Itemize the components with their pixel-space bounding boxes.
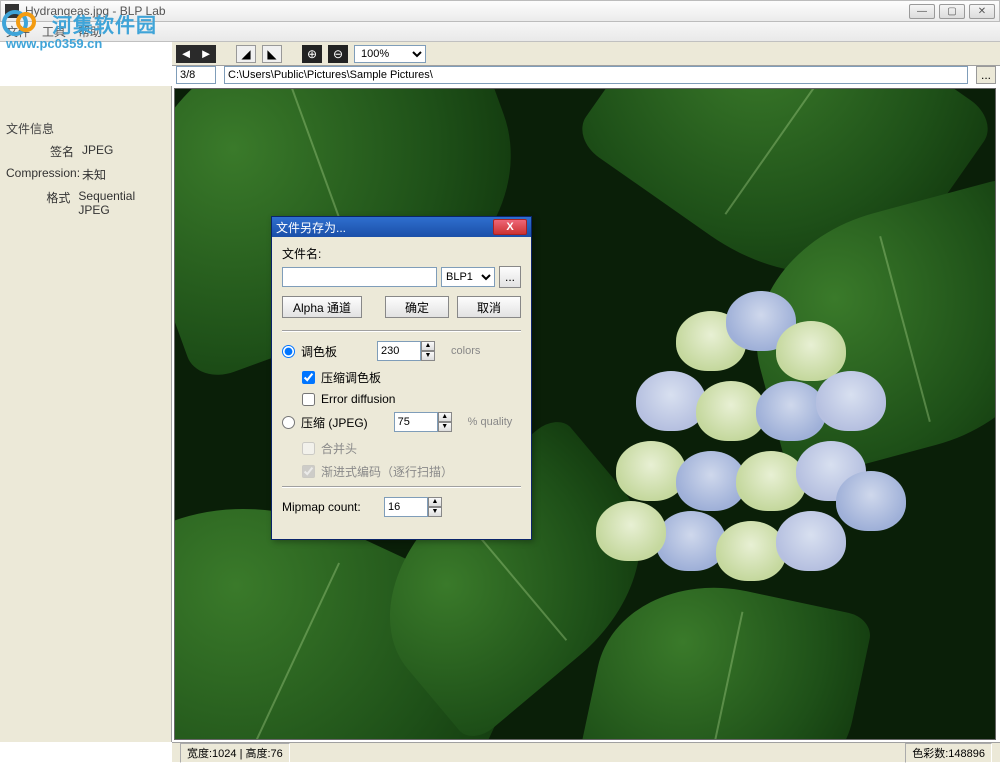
status-dimensions: 宽度:1024 | 高度:76 xyxy=(180,743,290,763)
info-row: Compression: 未知 xyxy=(6,166,165,183)
spin-down-icon[interactable]: ▼ xyxy=(438,422,452,432)
dialog-close-button[interactable]: X xyxy=(493,219,527,235)
palette-count-input[interactable] xyxy=(377,341,421,361)
flip-h-icon[interactable]: ◢ xyxy=(236,45,256,63)
error-diffusion-label: Error diffusion xyxy=(321,392,395,406)
quality-suffix: % quality xyxy=(468,416,513,428)
format-select[interactable]: BLP1 xyxy=(441,267,495,287)
status-bar: 宽度:1024 | 高度:76 色彩数:148896 xyxy=(172,742,1000,762)
menu-bar: 文件 工具 帮助 xyxy=(0,22,1000,42)
minimize-button[interactable]: — xyxy=(909,4,935,19)
merge-header-label: 合并头 xyxy=(321,440,357,457)
compress-palette-checkbox[interactable] xyxy=(302,371,315,384)
info-value: 未知 xyxy=(82,166,106,183)
compress-palette-label: 压缩调色板 xyxy=(321,369,381,386)
menu-tools[interactable]: 工具 xyxy=(42,23,66,40)
colors-suffix: colors xyxy=(451,345,480,357)
spin-down-icon[interactable]: ▼ xyxy=(428,507,442,517)
ok-button[interactable]: 确定 xyxy=(385,296,449,318)
cancel-button[interactable]: 取消 xyxy=(457,296,521,318)
palette-label: 调色板 xyxy=(301,343,337,360)
flip-v-icon[interactable]: ◣ xyxy=(262,45,282,63)
app-icon xyxy=(5,4,19,18)
next-button[interactable]: ► xyxy=(196,45,216,63)
progressive-checkbox xyxy=(302,465,315,478)
browse-file-button[interactable]: ... xyxy=(499,266,521,288)
prev-button[interactable]: ◄ xyxy=(176,45,196,63)
alpha-channel-button[interactable]: Alpha 通道 xyxy=(282,296,362,318)
spin-up-icon[interactable]: ▲ xyxy=(428,497,442,507)
window-title: Hydrangeas.jpg - BLP Lab xyxy=(25,4,909,18)
image-counter: 3/8 xyxy=(176,66,216,84)
info-label: Compression: xyxy=(6,166,82,183)
mipmap-label: Mipmap count: xyxy=(282,500,378,514)
progressive-label: 渐进式编码（逐行扫描） xyxy=(321,463,453,480)
info-row: 签名 JPEG xyxy=(6,143,165,160)
zoom-in-icon[interactable]: ⊕ xyxy=(302,45,322,63)
info-row: 格式 Sequential JPEG xyxy=(6,189,165,217)
filename-label: 文件名: xyxy=(282,245,521,262)
info-label: 格式 xyxy=(6,189,78,217)
info-sidebar: 文件信息 签名 JPEG Compression: 未知 格式 Sequenti… xyxy=(0,86,172,742)
info-value: Sequential JPEG xyxy=(78,189,165,217)
menu-file[interactable]: 文件 xyxy=(6,23,30,40)
spin-up-icon[interactable]: ▲ xyxy=(438,412,452,422)
path-bar: 3/8 C:\Users\Public\Pictures\Sample Pict… xyxy=(172,66,1000,86)
toolbar: ◄ ► ◢ ◣ ⊕ ⊖ 100% xyxy=(172,42,1000,66)
info-value: JPEG xyxy=(82,143,113,160)
dialog-titlebar[interactable]: 文件另存为... X xyxy=(272,217,531,237)
window-titlebar: Hydrangeas.jpg - BLP Lab — ▢ ✕ xyxy=(0,0,1000,22)
status-colorcount: 色彩数:148896 xyxy=(905,743,992,763)
zoom-select[interactable]: 100% xyxy=(354,45,426,63)
folder-path[interactable]: C:\Users\Public\Pictures\Sample Pictures… xyxy=(224,66,968,84)
error-diffusion-checkbox[interactable] xyxy=(302,393,315,406)
save-as-dialog: 文件另存为... X 文件名: BLP1 ... Alpha 通道 确定 取消 … xyxy=(271,216,532,540)
menu-help[interactable]: 帮助 xyxy=(78,23,102,40)
jpeg-radio[interactable] xyxy=(282,416,295,429)
browse-folder-button[interactable]: ... xyxy=(976,66,996,84)
zoom-out-icon[interactable]: ⊖ xyxy=(328,45,348,63)
palette-radio[interactable] xyxy=(282,345,295,358)
mipmap-count-input[interactable] xyxy=(384,497,428,517)
maximize-button[interactable]: ▢ xyxy=(939,4,965,19)
close-button[interactable]: ✕ xyxy=(969,4,995,19)
jpeg-label: 压缩 (JPEG) xyxy=(301,414,368,431)
jpeg-quality-input[interactable] xyxy=(394,412,438,432)
spin-down-icon[interactable]: ▼ xyxy=(421,351,435,361)
spin-up-icon[interactable]: ▲ xyxy=(421,341,435,351)
dialog-title: 文件另存为... xyxy=(276,219,493,236)
filename-input[interactable] xyxy=(282,267,437,287)
sidebar-section-title: 文件信息 xyxy=(6,120,165,137)
merge-header-checkbox xyxy=(302,442,315,455)
info-label: 签名 xyxy=(6,143,82,160)
